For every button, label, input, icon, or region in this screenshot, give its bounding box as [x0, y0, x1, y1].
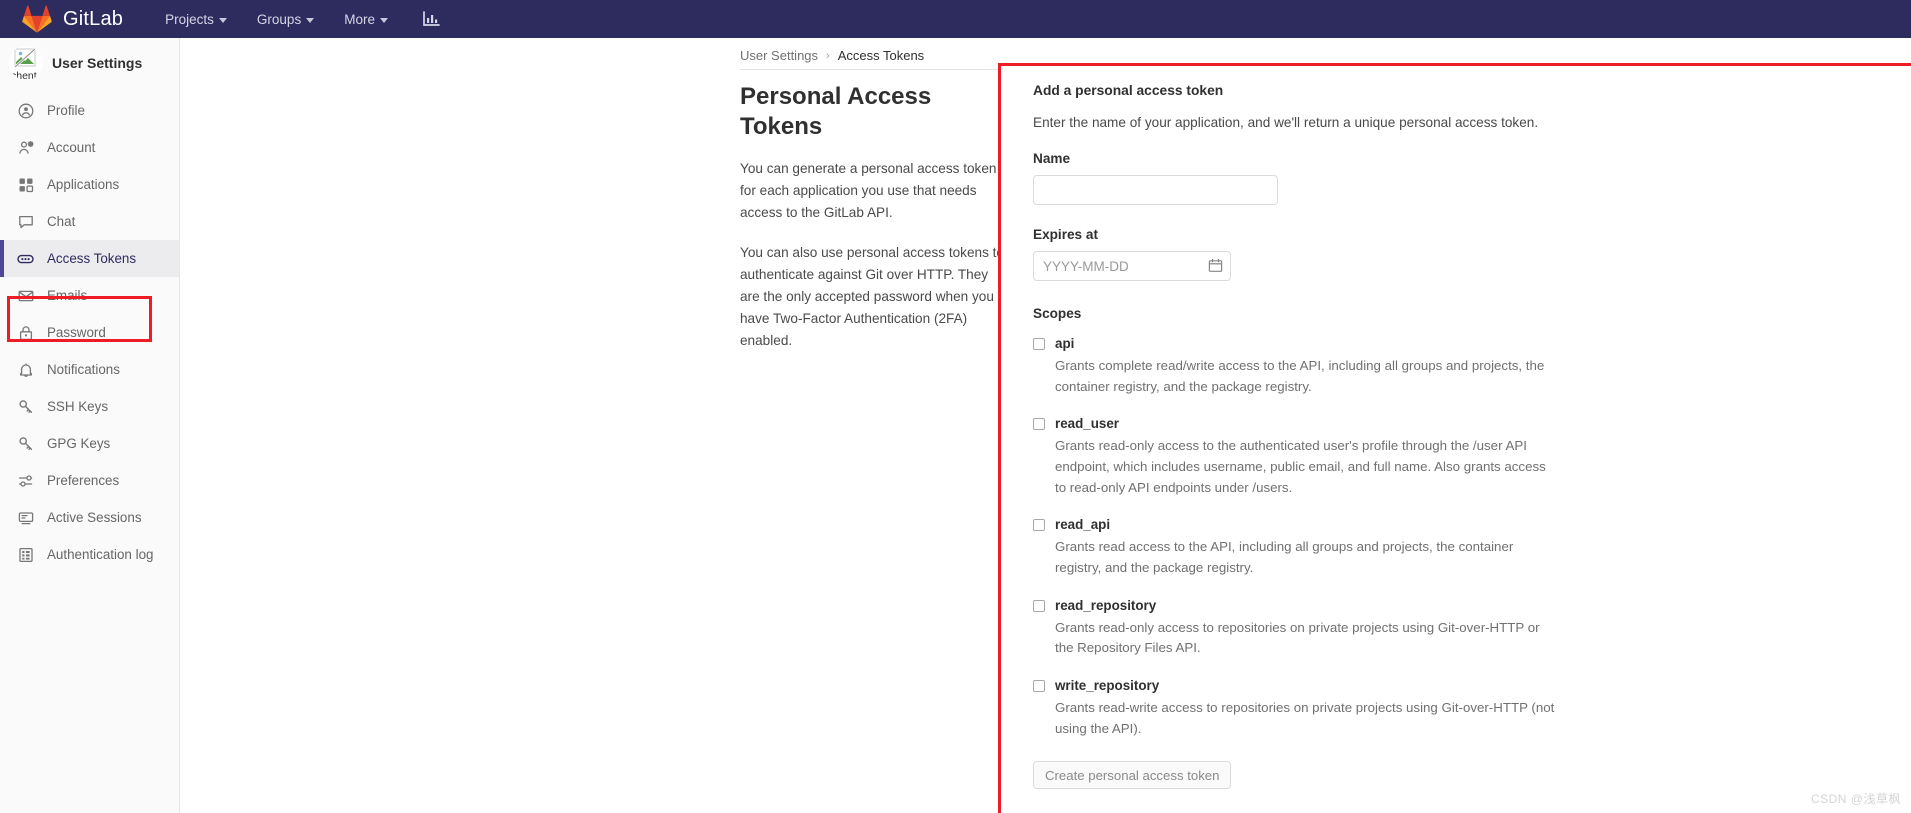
token-pill-icon: [17, 250, 34, 267]
scope-row-write-repository: write_repository Grants read-write acces…: [1033, 677, 1911, 739]
create-personal-access-token-button[interactable]: Create personal access token: [1033, 761, 1232, 790]
nav-item-more-label: More: [344, 11, 375, 27]
scope-name-read-repository: read_repository: [1055, 597, 1157, 613]
sidebar-item-account[interactable]: Account: [0, 129, 179, 166]
sidebar-item-list: Profile Account Applications Chat Access…: [0, 92, 179, 573]
scope-name-read-user: read_user: [1055, 416, 1120, 432]
description-column: Personal Access Tokens You can generate …: [740, 82, 1005, 370]
sidebar-item-active-sessions[interactable]: Active Sessions: [0, 499, 179, 536]
sidebar-item-gpg-keys[interactable]: GPG Keys: [0, 425, 179, 462]
sidebar-item-notifications-label: Notifications: [47, 362, 120, 377]
nav-item-groups[interactable]: Groups: [256, 11, 315, 27]
monitor-icon: [17, 509, 34, 526]
sidebar-item-preferences-label: Preferences: [47, 473, 120, 488]
sidebar-item-emails-label: Emails: [47, 288, 88, 303]
sidebar-item-chat[interactable]: Chat: [0, 203, 179, 240]
sidebar-header: chent User Settings: [0, 38, 179, 88]
key-icon: [17, 398, 34, 415]
sidebar-item-notifications[interactable]: Notifications: [0, 351, 179, 388]
scope-name-api: api: [1055, 336, 1075, 351]
log-grid-icon: [17, 546, 34, 563]
sidebar-item-account-label: Account: [47, 140, 96, 155]
scope-checkbox-api[interactable]: [1033, 338, 1045, 350]
token-name-input[interactable]: [1033, 175, 1278, 205]
scope-checkbox-read-repository[interactable]: [1033, 599, 1045, 612]
avatar: chent: [9, 46, 43, 80]
gitlab-tanuki-logo[interactable]: [22, 5, 52, 33]
scope-description-write-repository: Grants read-write access to repositories…: [1055, 699, 1555, 736]
nav-item-projects-label: Projects: [165, 11, 214, 27]
expires-at-input[interactable]: [1033, 251, 1231, 281]
sidebar-item-chat-label: Chat: [47, 214, 76, 229]
avatar-alt-text: chent: [11, 70, 37, 80]
applications-grid-icon: [17, 176, 34, 193]
scope-row-read-repository: read_repository Grants read-only access …: [1033, 597, 1911, 659]
bell-icon: [17, 361, 34, 378]
add-token-form-panel: Add a personal access token Enter the na…: [998, 63, 1911, 813]
scope-description-read-repository: Grants read-only access to repositories …: [1055, 619, 1540, 656]
watermark: CSDN @浅草枫: [1810, 792, 1901, 806]
main-content: User Settings › Access Tokens Personal A…: [180, 38, 1911, 813]
user-settings-sidebar: chent User Settings Profile Account Appl…: [0, 38, 180, 813]
sidebar-item-profile[interactable]: Profile: [0, 92, 179, 129]
gitlab-access-tokens-page: GitLab Projects Groups More chent User S…: [0, 0, 1911, 813]
chevron-down-icon: [218, 17, 227, 23]
scope-description-api: Grants complete read/write access to the…: [1055, 358, 1545, 394]
scope-row-read-user: read_user Grants read-only access to the…: [1033, 415, 1911, 498]
scope-name-read-api: read_api: [1055, 517, 1111, 533]
name-field-label: Name: [1033, 151, 1071, 166]
chevron-down-icon: [379, 17, 388, 23]
nav-item-groups-label: Groups: [256, 11, 302, 27]
analytics-chart-icon[interactable]: [422, 10, 441, 28]
nav-item-projects[interactable]: Projects: [165, 12, 227, 27]
scope-row-api: api Grants complete read/write access to…: [1033, 335, 1911, 397]
breadcrumb-parent[interactable]: User Settings: [740, 48, 818, 63]
form-heading: Add a personal access token: [1033, 83, 1224, 98]
brand-name: GitLab: [63, 8, 124, 30]
sidebar-item-authentication-log[interactable]: Authentication log: [0, 536, 179, 573]
sidebar-item-preferences[interactable]: Preferences: [0, 462, 179, 499]
nav-item-more[interactable]: More: [344, 12, 388, 27]
scope-description-read-api: Grants read access to the API, including…: [1055, 539, 1514, 575]
scope-checkbox-write-repository[interactable]: [1033, 679, 1045, 692]
sidebar-item-profile-label: Profile: [47, 103, 85, 118]
sidebar-item-access-tokens-label: Access Tokens: [47, 251, 137, 266]
sidebar-title: User Settings: [52, 55, 143, 71]
description-paragraph-2: You can also use personal access tokens …: [740, 245, 1004, 349]
scope-checkbox-read-user[interactable]: [1033, 418, 1045, 431]
lock-icon: [17, 324, 34, 341]
sidebar-item-emails[interactable]: Emails: [0, 277, 179, 314]
chevron-down-icon: [306, 17, 315, 23]
scope-description-read-user: Grants read-only access to the authentic…: [1055, 438, 1546, 495]
sliders-icon: [17, 472, 34, 489]
sidebar-item-active-sessions-label: Active Sessions: [47, 510, 142, 525]
top-navigation-bar: GitLab Projects Groups More: [0, 0, 1911, 38]
chat-bubble-icon: [17, 213, 34, 230]
scope-checkbox-read-api[interactable]: [1033, 519, 1045, 532]
sidebar-item-authentication-log-label: Authentication log: [47, 547, 154, 562]
breadcrumb-current: Access Tokens: [837, 48, 925, 63]
breadcrumb-separator: ›: [826, 49, 830, 62]
sidebar-item-applications-label: Applications: [47, 177, 120, 192]
expires-date-wrapper: [1033, 251, 1231, 281]
page-title: Personal Access Tokens: [740, 83, 932, 140]
description-paragraph-1: You can generate a personal access token…: [740, 161, 997, 221]
sidebar-item-access-tokens[interactable]: Access Tokens: [0, 240, 179, 277]
user-circle-icon: [17, 102, 34, 119]
sidebar-item-applications[interactable]: Applications: [0, 166, 179, 203]
sidebar-item-password-label: Password: [47, 325, 106, 340]
sidebar-item-ssh-keys[interactable]: SSH Keys: [0, 388, 179, 425]
scope-name-write-repository: write_repository: [1055, 677, 1160, 693]
envelope-icon: [17, 287, 34, 304]
sidebar-item-gpg-keys-label: GPG Keys: [47, 436, 111, 451]
scopes-label: Scopes: [1033, 306, 1082, 321]
sidebar-item-password[interactable]: Password: [0, 314, 179, 351]
breadcrumb: User Settings › Access Tokens: [740, 48, 924, 63]
sidebar-item-ssh-keys-label: SSH Keys: [47, 399, 109, 414]
key-icon: [17, 435, 34, 452]
scope-row-read-api: read_api Grants read access to the API, …: [1033, 516, 1911, 578]
account-gear-icon: [17, 139, 34, 156]
expires-field-label: Expires at: [1033, 227, 1098, 242]
form-subheading: Enter the name of your application, and …: [1033, 115, 1539, 130]
